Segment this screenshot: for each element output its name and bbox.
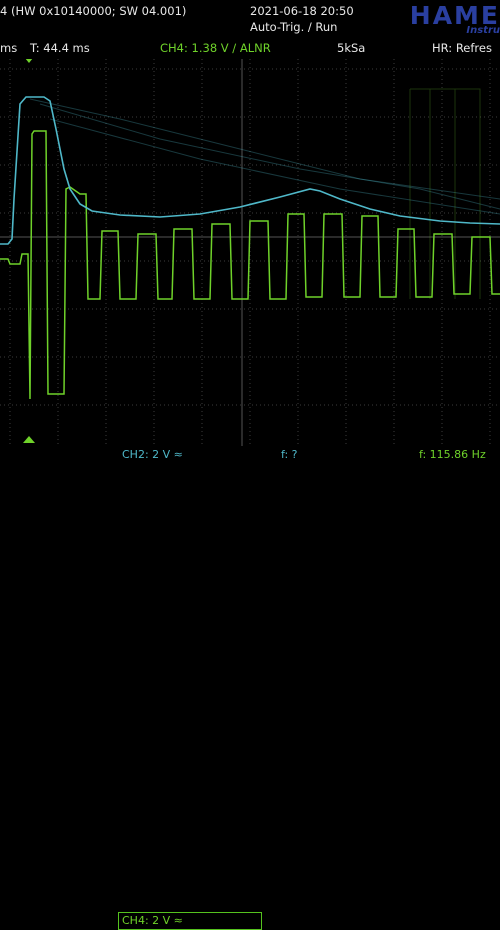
status-bar: ms T: 44.4 ms CH4: 1.38 V ∕ ALNR 5kSa HR… [0, 38, 500, 58]
triangle-down-icon[interactable] [25, 59, 33, 63]
datetime: 2021-06-18 20:50 [250, 4, 354, 18]
channel-footer: CH2: 2 V ≈ CH4: 2 V ≈ f: ? f: 115.86 Hz [0, 448, 500, 930]
ch4-scale-box[interactable]: CH4: 2 V ≈ [118, 912, 262, 930]
scope-screen[interactable] [0, 59, 500, 446]
trigger-info-label[interactable]: CH4: 1.38 V ∕ ALNR [160, 41, 271, 55]
top-info-bar: 4 (HW 0x10140000; SW 04.001) 2021-06-18 … [0, 0, 500, 36]
triangle-up-icon[interactable] [23, 436, 35, 443]
trigger-mode[interactable]: Auto-Trig. / Run [250, 20, 337, 34]
brand-sub: Instru [466, 25, 500, 36]
ch4-frequency: f: 115.86 Hz [419, 448, 486, 461]
ch4-scale-label: CH4: 2 V ≈ [122, 914, 183, 927]
hr-mode-label[interactable]: HR: Refres [432, 41, 492, 55]
persistence-trace-2 [49, 118, 500, 215]
persistence-ghost-pulse [409, 88, 481, 299]
firmware-info: 4 (HW 0x10140000; SW 04.001) [0, 4, 187, 18]
ch2-frequency-unknown: f: ? [281, 448, 298, 461]
sample-rate-label[interactable]: 5kSa [337, 41, 365, 55]
graticule [0, 59, 500, 446]
timebase-label[interactable]: ms [0, 41, 17, 55]
ch2-scale-label[interactable]: CH2: 2 V ≈ [122, 448, 183, 461]
trigger-time-label[interactable]: T: 44.4 ms [30, 41, 90, 55]
